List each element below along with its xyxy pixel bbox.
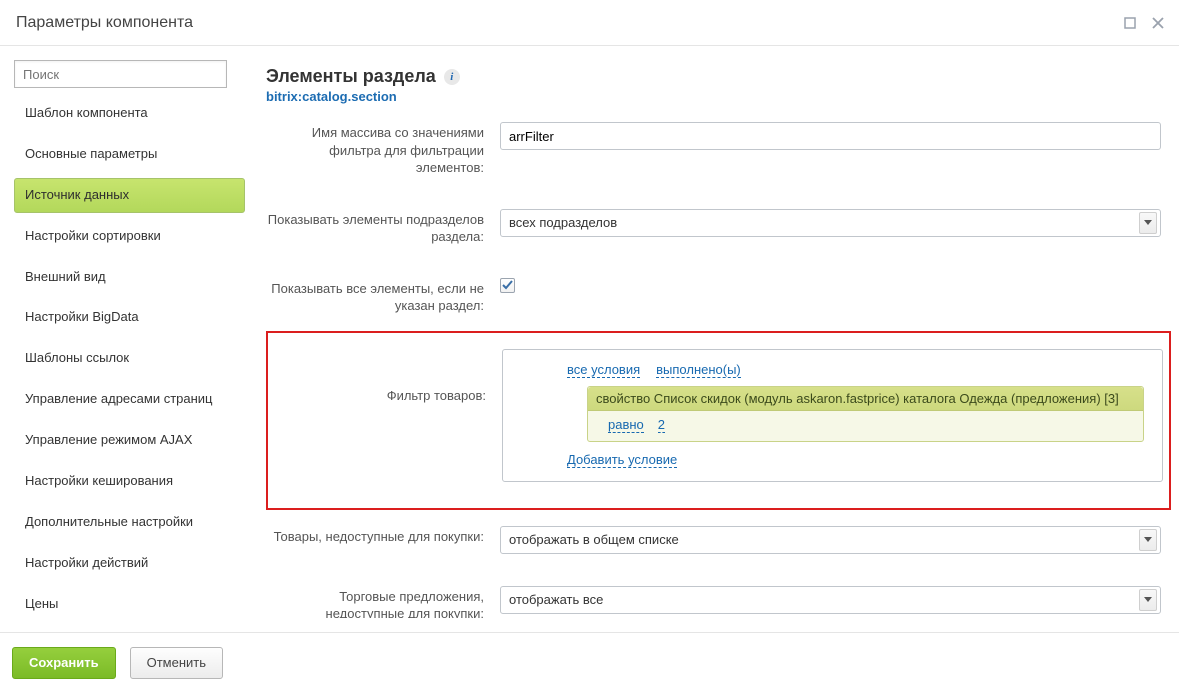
condition-header: все условия выполнено(ы) <box>567 362 1144 378</box>
sidebar-item-label: Шаблоны ссылок <box>25 350 129 365</box>
select-value: всех подразделов <box>509 215 617 230</box>
row-product-filter: Фильтр товаров: все условия выполнено(ы)… <box>266 331 1171 510</box>
sidebar-item-url-management[interactable]: Управление адресами страниц <box>14 382 245 417</box>
row-filter-name: Имя массива со значениями фильтра для фи… <box>266 114 1171 193</box>
content: Элементы раздела i bitrix:catalog.sectio… <box>252 46 1179 632</box>
content-inner: Имя массива со значениями фильтра для фи… <box>266 114 1179 618</box>
sidebar-item-label: Дополнительные настройки <box>25 514 193 529</box>
content-title-row: Элементы раздела i <box>266 66 1179 87</box>
search-input[interactable] <box>14 60 227 88</box>
sidebar-item-link-templates[interactable]: Шаблоны ссылок <box>14 341 245 376</box>
select-subsections[interactable]: всех подразделов <box>500 209 1161 237</box>
filter-box: все условия выполнено(ы) свойство Список… <box>502 349 1163 482</box>
maximize-icon[interactable] <box>1123 16 1137 30</box>
sidebar-item-label: Цены <box>25 596 58 611</box>
cancel-button[interactable]: Отменить <box>130 647 223 679</box>
cond-mode-all[interactable]: все условия <box>567 362 640 378</box>
sidebar-item-label: Шаблон компонента <box>25 105 148 120</box>
sidebar-item-label: Настройки сортировки <box>25 228 161 243</box>
chevron-down-icon <box>1139 212 1157 234</box>
titlebar: Параметры компонента <box>0 0 1179 46</box>
sidebar-item-cache[interactable]: Настройки кеширования <box>14 464 245 499</box>
close-icon[interactable] <box>1151 16 1165 30</box>
sidebar-item-label: Основные параметры <box>25 146 157 161</box>
sidebar: Шаблон компонента Основные параметры Ист… <box>0 46 252 632</box>
select-value: отображать в общем списке <box>509 532 679 547</box>
chevron-down-icon <box>1139 529 1157 551</box>
sidebar-scroll[interactable]: Шаблон компонента Основные параметры Ист… <box>14 96 247 618</box>
component-id: bitrix:catalog.section <box>266 89 1179 104</box>
label-filter-name: Имя массива со значениями фильтра для фи… <box>266 120 484 177</box>
dialog-title: Параметры компонента <box>16 14 1123 32</box>
condition-block[interactable]: свойство Список скидок (модуль askaron.f… <box>587 386 1144 442</box>
sidebar-item-label: Настройки кеширования <box>25 473 173 488</box>
sidebar-item-main-params[interactable]: Основные параметры <box>14 137 245 172</box>
row-unavailable: Товары, недоступные для покупки: отображ… <box>266 510 1171 570</box>
condition-detail: равно 2 <box>588 411 1143 433</box>
label-offers-unavailable: Торговые предложения, недоступные для по… <box>266 584 484 618</box>
sidebar-item-label: Управление адресами страниц <box>25 391 213 406</box>
select-offers-unavailable[interactable]: отображать все <box>500 586 1161 614</box>
sidebar-item-template[interactable]: Шаблон компонента <box>14 96 245 131</box>
sidebar-item-ajax[interactable]: Управление режимом AJAX <box>14 423 245 458</box>
sidebar-item-prices[interactable]: Цены <box>14 587 245 618</box>
component-settings-dialog: Параметры компонента Шаблон компонента О… <box>0 0 1179 692</box>
sidebar-item-additional[interactable]: Дополнительные настройки <box>14 505 245 540</box>
sidebar-item-label: Управление режимом AJAX <box>25 432 192 447</box>
sidebar-item-sort[interactable]: Настройки сортировки <box>14 219 245 254</box>
add-condition-link[interactable]: Добавить условие <box>567 452 677 468</box>
condition-property: свойство Список скидок (модуль askaron.f… <box>588 387 1143 411</box>
select-value: отображать все <box>509 592 603 607</box>
sidebar-item-bigdata[interactable]: Настройки BigData <box>14 300 245 335</box>
sidebar-item-data-source[interactable]: Источник данных <box>14 178 245 213</box>
titlebar-actions <box>1123 16 1165 30</box>
input-filter-name[interactable] <box>500 122 1161 150</box>
label-subsections: Показывать элементы подразделов раздела: <box>266 207 484 246</box>
row-subsections: Показывать элементы подразделов раздела:… <box>266 193 1171 262</box>
chevron-down-icon <box>1139 589 1157 611</box>
main-area: Шаблон компонента Основные параметры Ист… <box>0 46 1179 632</box>
sidebar-item-actions[interactable]: Настройки действий <box>14 546 245 581</box>
label-unavailable: Товары, недоступные для покупки: <box>266 524 484 546</box>
row-show-all: Показывать все элементы, если не указан … <box>266 262 1171 331</box>
content-header: Элементы раздела i bitrix:catalog.sectio… <box>266 66 1179 104</box>
info-icon[interactable]: i <box>444 69 460 85</box>
footer: Сохранить Отменить <box>0 632 1179 692</box>
condition-operator[interactable]: равно <box>608 417 644 433</box>
label-product-filter: Фильтр товаров: <box>268 347 486 405</box>
row-offers-unavailable: Торговые предложения, недоступные для по… <box>266 570 1171 618</box>
sidebar-item-appearance[interactable]: Внешний вид <box>14 260 245 295</box>
condition-value[interactable]: 2 <box>658 417 665 433</box>
save-button[interactable]: Сохранить <box>12 647 116 679</box>
cond-mode-done[interactable]: выполнено(ы) <box>656 362 741 378</box>
select-unavailable[interactable]: отображать в общем списке <box>500 526 1161 554</box>
sidebar-item-label: Настройки действий <box>25 555 148 570</box>
sidebar-item-label: Настройки BigData <box>25 309 139 324</box>
sidebar-item-label: Внешний вид <box>25 269 106 284</box>
checkbox-show-all[interactable] <box>500 278 515 293</box>
label-show-all: Показывать все элементы, если не указан … <box>266 276 484 315</box>
content-scroll[interactable]: Имя массива со значениями фильтра для фи… <box>266 114 1179 618</box>
sidebar-item-label: Источник данных <box>25 187 129 202</box>
content-title: Элементы раздела <box>266 66 436 87</box>
